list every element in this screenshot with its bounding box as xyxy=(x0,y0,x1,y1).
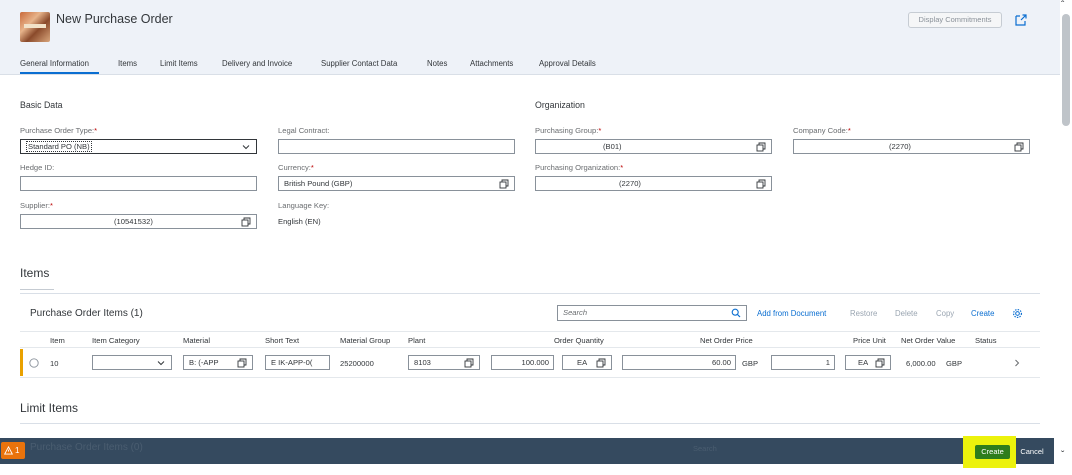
organization-title: Organization xyxy=(535,100,585,110)
create-item-button[interactable]: Create xyxy=(971,309,994,318)
currency-input[interactable]: British Pound (GBP) xyxy=(278,176,515,191)
language-key-value: English (EN) xyxy=(278,217,321,226)
limit-items-table-title: Purchase Order Items (0) xyxy=(30,442,143,453)
purchasing-org-input[interactable]: (2270) xyxy=(535,176,772,191)
price-uom-input[interactable]: EA xyxy=(845,355,891,370)
material-input[interactable]: B: (-APP xyxy=(183,355,253,370)
col-price-unit: Price Unit xyxy=(853,336,886,345)
value-help-icon[interactable] xyxy=(1014,142,1024,152)
settings-gear-icon[interactable] xyxy=(1012,308,1023,319)
supplier-label: Supplier:* xyxy=(20,201,53,210)
legal-contract-input[interactable] xyxy=(278,139,515,154)
items-section-title: Items xyxy=(20,266,50,280)
tab-delivery-invoice[interactable]: Delivery and Invoice xyxy=(222,59,292,68)
po-type-select[interactable]: Standard PO (NB) xyxy=(20,139,257,154)
chevron-right-icon[interactable] xyxy=(1013,359,1021,367)
col-item-category: Item Category xyxy=(92,336,140,345)
value-help-icon[interactable] xyxy=(596,358,606,368)
chevron-down-icon xyxy=(242,145,250,150)
table-row-bottom xyxy=(20,377,1040,378)
col-net-order-price: Net Order Price xyxy=(700,336,753,345)
copy-button[interactable]: Copy xyxy=(936,309,954,318)
value-help-icon[interactable] xyxy=(237,358,247,368)
tab-approval-details[interactable]: Approval Details xyxy=(539,59,596,68)
col-material-group: Material Group xyxy=(340,336,391,345)
po-items-table-title: Purchase Order Items (1) xyxy=(30,308,143,319)
company-code-input[interactable]: (2270) xyxy=(793,139,1030,154)
tab-notes[interactable]: Notes xyxy=(427,59,447,68)
po-type-label: Purchase Order Type:* xyxy=(20,126,98,135)
col-short-text: Short Text xyxy=(265,336,300,345)
plant-input[interactable]: 8103 xyxy=(408,355,480,370)
scrollbar-thumb[interactable] xyxy=(1062,14,1070,126)
col-plant: Plant xyxy=(408,336,426,345)
table-top-border xyxy=(20,293,1040,294)
warning-icon xyxy=(4,446,13,455)
create-button[interactable]: Create xyxy=(975,445,1010,459)
row-highlight-bar xyxy=(20,349,23,376)
col-status: Status xyxy=(975,336,997,345)
active-tab-indicator xyxy=(20,72,99,74)
short-text-input[interactable]: E IK-APP-0( xyxy=(265,355,330,370)
scroll-up-icon[interactable]: ˆ xyxy=(1061,0,1064,11)
object-image xyxy=(20,12,50,42)
col-order-quantity: Order Quantity xyxy=(554,336,604,345)
net-value-currency: GBP xyxy=(946,359,963,368)
warning-message-button[interactable]: 1 xyxy=(1,442,25,459)
net-order-value: 6,000.00 xyxy=(906,359,936,368)
language-key-label: Language Key: xyxy=(278,201,330,210)
basic-data-title: Basic Data xyxy=(20,100,63,110)
quantity-input[interactable]: 100.000 xyxy=(491,355,554,370)
purchasing-org-label: Purchasing Organization:* xyxy=(535,163,624,172)
value-help-icon[interactable] xyxy=(464,358,474,368)
chevron-down-icon xyxy=(157,361,165,366)
purchasing-group-input[interactable]: (B01) xyxy=(535,139,772,154)
material-group-value: 25200000 xyxy=(340,359,374,368)
tab-limit-items[interactable]: Limit Items xyxy=(160,59,198,68)
tab-attachments[interactable]: Attachments xyxy=(470,59,513,68)
value-help-icon[interactable] xyxy=(756,142,766,152)
display-commitments-button[interactable]: Display Commitments xyxy=(908,12,1002,28)
table-header-bottom xyxy=(20,347,1040,348)
delete-button[interactable]: Delete xyxy=(895,309,918,318)
limit-items-search: Search xyxy=(693,444,717,453)
footer-toolbar xyxy=(0,438,1054,464)
page-title: New Purchase Order xyxy=(56,12,173,26)
value-help-icon[interactable] xyxy=(499,179,509,189)
add-from-document-button[interactable]: Add from Document xyxy=(757,309,826,318)
supplier-input[interactable]: (10541532) xyxy=(20,214,257,229)
col-item: Item xyxy=(50,336,65,345)
hedge-id-label: Hedge ID: xyxy=(20,163,55,172)
restore-button[interactable]: Restore xyxy=(850,309,877,318)
limit-items-divider xyxy=(20,423,1040,424)
purchasing-group-label: Purchasing Group:* xyxy=(535,126,602,135)
section-divider xyxy=(20,289,54,290)
item-category-select[interactable] xyxy=(92,355,172,370)
table-header-top xyxy=(20,331,1040,332)
search-icon[interactable] xyxy=(731,308,741,318)
currency-label: Currency:* xyxy=(278,163,314,172)
tab-general-information[interactable]: General Information xyxy=(20,59,89,68)
col-net-order-value: Net Order Value xyxy=(901,336,956,345)
limit-items-section-title: Limit Items xyxy=(20,401,79,415)
tab-supplier-contact[interactable]: Supplier Contact Data xyxy=(321,59,397,68)
value-help-icon[interactable] xyxy=(756,179,766,189)
net-price-input[interactable]: 60.00 xyxy=(622,355,736,370)
share-icon[interactable] xyxy=(1013,12,1029,28)
uom-input[interactable]: EA xyxy=(562,355,612,370)
items-search-input[interactable]: Search xyxy=(557,305,747,321)
value-help-icon[interactable] xyxy=(241,217,251,227)
hedge-id-input[interactable] xyxy=(20,176,257,191)
row-select-radio[interactable] xyxy=(29,358,39,368)
company-code-label: Company Code:* xyxy=(793,126,851,135)
cancel-button[interactable]: Cancel xyxy=(1016,445,1048,459)
value-help-icon[interactable] xyxy=(875,358,885,368)
scroll-down-icon[interactable]: ˇ xyxy=(1061,450,1064,461)
price-currency: GBP xyxy=(742,359,759,368)
tab-items[interactable]: Items xyxy=(118,59,137,68)
price-unit-input[interactable]: 1 xyxy=(771,355,835,370)
legal-contract-label: Legal Contract: xyxy=(278,126,330,135)
col-material: Material xyxy=(183,336,211,345)
row-item-number: 10 xyxy=(50,359,59,368)
